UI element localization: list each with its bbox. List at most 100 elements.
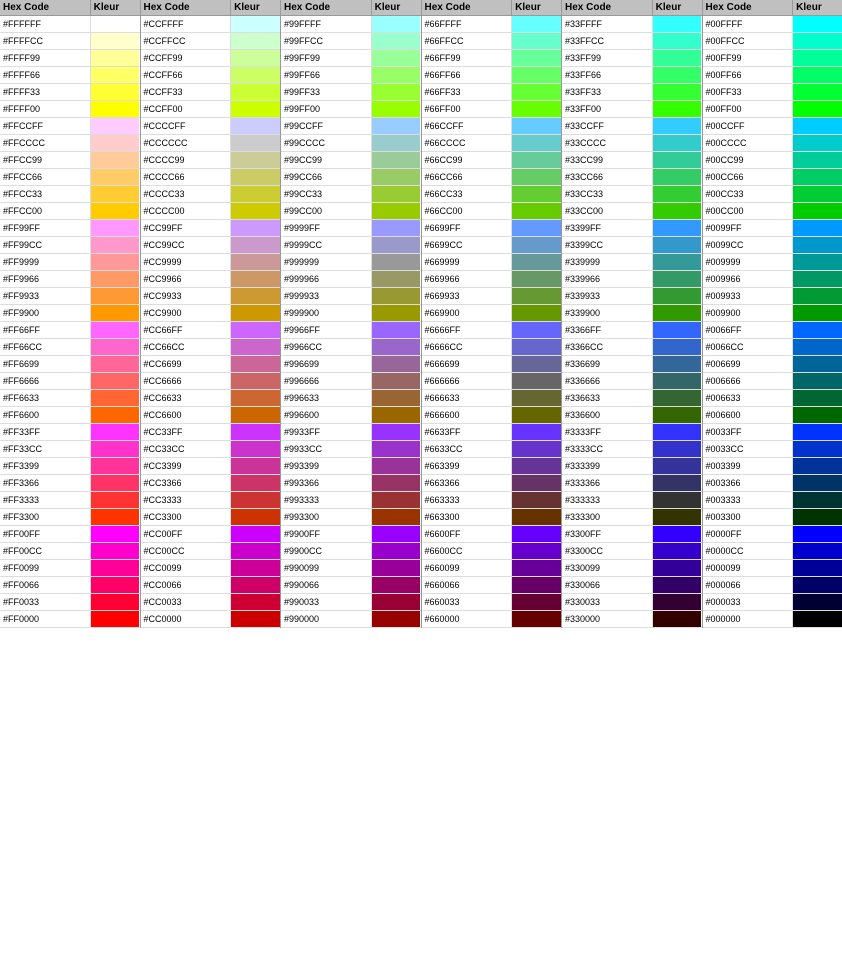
table-row: #00CC33: [703, 186, 842, 203]
hex-code: #3300FF: [562, 526, 653, 542]
color-swatch: [231, 526, 280, 542]
table-row: #FF33FF: [0, 424, 140, 441]
hex-code: #FF00FF: [0, 526, 91, 542]
hex-code: #CC0066: [141, 577, 232, 593]
table-row: #669999: [422, 254, 562, 271]
table-row: #003399: [703, 458, 842, 475]
table-row: #990099: [281, 560, 421, 577]
table-row: #99FF33: [281, 84, 421, 101]
hex-code: #66FFCC: [422, 33, 513, 49]
table-row: #99CC99: [281, 152, 421, 169]
color-swatch: [512, 373, 561, 389]
table-row: #FF3333: [0, 492, 140, 509]
table-row: #00CCCC: [703, 135, 842, 152]
hex-code: #333333: [562, 492, 653, 508]
table-row: #CC66FF: [141, 322, 281, 339]
table-row: #FFCC33: [0, 186, 140, 203]
hex-code: #CCCC33: [141, 186, 232, 202]
hex-code: #CCFFCC: [141, 33, 232, 49]
color-swatch: [231, 509, 280, 525]
table-row: #666666: [422, 373, 562, 390]
hex-code: #663366: [422, 475, 513, 491]
hex-code: #3366FF: [562, 322, 653, 338]
color-swatch: [793, 458, 842, 474]
color-swatch: [793, 254, 842, 270]
hex-code: #003399: [703, 458, 794, 474]
color-swatch: [512, 101, 561, 117]
table-row: #993366: [281, 475, 421, 492]
hex-code: #666699: [422, 356, 513, 372]
table-row: #6633CC: [422, 441, 562, 458]
table-row: #FF6666: [0, 373, 140, 390]
hex-code: #9966FF: [281, 322, 372, 338]
table-row: #006666: [703, 373, 842, 390]
hex-code: #CC9900: [141, 305, 232, 321]
hex-code: #9933FF: [281, 424, 372, 440]
header-hex-label: Hex Code: [281, 0, 372, 15]
table-row: #9933FF: [281, 424, 421, 441]
table-row: #996633: [281, 390, 421, 407]
table-row: #33CC66: [562, 169, 702, 186]
hex-code: #CCFF00: [141, 101, 232, 117]
hex-code: #33CC33: [562, 186, 653, 202]
table-row: #00FFFF: [703, 16, 842, 33]
hex-code: #336666: [562, 373, 653, 389]
hex-code: #999933: [281, 288, 372, 304]
color-swatch: [372, 611, 421, 627]
column-4: Hex CodeKleur#66FFFF#66FFCC#66FF99#66FF6…: [422, 0, 563, 628]
table-row: #009966: [703, 271, 842, 288]
table-row: #FF6600: [0, 407, 140, 424]
hex-code: #66CCCC: [422, 135, 513, 151]
color-swatch: [231, 543, 280, 559]
color-swatch: [91, 135, 140, 151]
color-swatch: [372, 526, 421, 542]
hex-code: #000033: [703, 594, 794, 610]
color-swatch: [793, 84, 842, 100]
color-swatch: [793, 560, 842, 576]
hex-code: #99FFCC: [281, 33, 372, 49]
color-swatch: [231, 390, 280, 406]
hex-code: #663300: [422, 509, 513, 525]
table-row: #FF66CC: [0, 339, 140, 356]
color-swatch: [793, 322, 842, 338]
table-row: #0066CC: [703, 339, 842, 356]
hex-code: #666633: [422, 390, 513, 406]
hex-code: #FF9900: [0, 305, 91, 321]
hex-code: #996633: [281, 390, 372, 406]
color-swatch: [231, 237, 280, 253]
hex-code: #000099: [703, 560, 794, 576]
color-swatch: [91, 560, 140, 576]
color-swatch: [653, 475, 702, 491]
hex-code: #333300: [562, 509, 653, 525]
table-row: #FF00CC: [0, 543, 140, 560]
color-swatch: [793, 152, 842, 168]
hex-code: #FF0066: [0, 577, 91, 593]
table-row: #009900: [703, 305, 842, 322]
color-swatch: [793, 543, 842, 559]
table-row: #66CCCC: [422, 135, 562, 152]
color-swatch: [372, 543, 421, 559]
color-swatch: [91, 288, 140, 304]
table-row: #FF6699: [0, 356, 140, 373]
color-swatch: [512, 254, 561, 270]
hex-code: #FFCC00: [0, 203, 91, 219]
hex-code: #FF99CC: [0, 237, 91, 253]
header-hex-label: Hex Code: [562, 0, 653, 15]
hex-code: #009999: [703, 254, 794, 270]
color-swatch: [653, 356, 702, 372]
color-swatch: [653, 152, 702, 168]
table-row: #3300FF: [562, 526, 702, 543]
color-swatch: [512, 458, 561, 474]
hex-code: #FFFF00: [0, 101, 91, 117]
hex-code: #CC6633: [141, 390, 232, 406]
table-row: #CC99CC: [141, 237, 281, 254]
hex-code: #000066: [703, 577, 794, 593]
hex-code: #FF9966: [0, 271, 91, 287]
hex-code: #0033CC: [703, 441, 794, 457]
hex-code: #FFCCCC: [0, 135, 91, 151]
table-row: #FFFF66: [0, 67, 140, 84]
hex-code: #990099: [281, 560, 372, 576]
color-swatch: [231, 152, 280, 168]
color-swatch: [793, 271, 842, 287]
table-row: #FF9966: [0, 271, 140, 288]
